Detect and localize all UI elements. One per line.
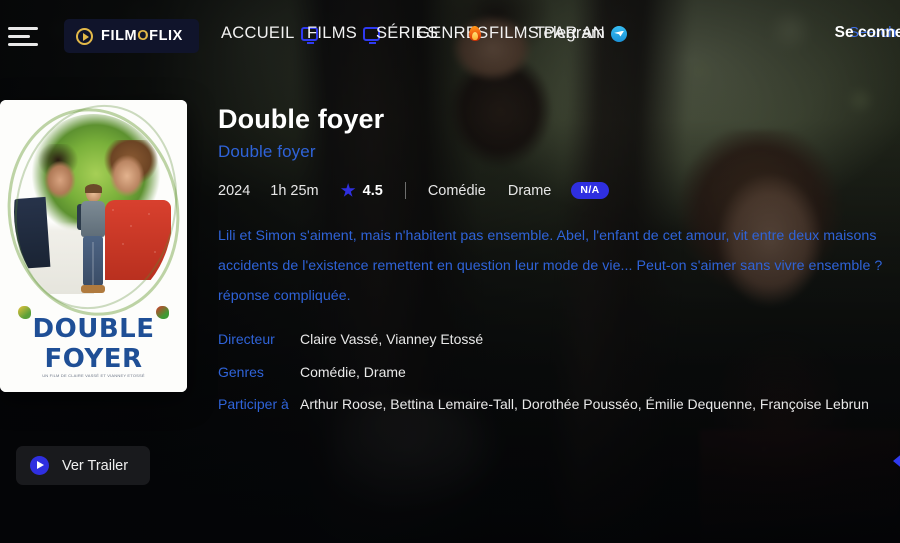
nav-label-telegram: Telegram <box>534 24 606 42</box>
site-logo[interactable]: FILMOFLIX <box>64 19 199 53</box>
signin-button[interactable]: Se connecter <box>835 24 900 42</box>
meta-rating: 4.5 <box>362 182 383 199</box>
poster-boy-shoes <box>81 285 105 293</box>
rating-group: 4.5 <box>340 182 383 199</box>
meta-year: 2024 <box>218 182 251 199</box>
nav-item-telegram[interactable]: Telegram <box>534 24 628 43</box>
description-line: Lili et Simon s'aiment, mais n'habitent … <box>218 228 877 245</box>
nav-item-accueil[interactable]: ACCUEIL <box>220 24 318 44</box>
hamburger-icon[interactable] <box>8 21 48 51</box>
main-nav: ACCUEIL FILMS SÉRIES GENRES FILMS PAR AN… <box>199 0 900 72</box>
credits-row-genres: Genres Comédie, Drame <box>218 362 900 382</box>
detail-content: DOUBLE FOYER UN FILM DE CLAIRE VASSÉ ET … <box>0 0 900 543</box>
meta-genre-2[interactable]: Drame <box>508 183 552 199</box>
movie-description: Lili et Simon s'aiment, mais n'habitent … <box>218 221 900 311</box>
credits-row-director: Directeur Claire Vassé, Vianney Etossé <box>218 329 900 349</box>
status-badge: N/A <box>571 182 609 199</box>
nav-label-accueil: ACCUEIL <box>220 24 295 42</box>
meta-duration: 1h 25m <box>270 182 319 199</box>
description-line: réponse compliquée. <box>218 288 351 305</box>
poster-artwork: DOUBLE FOYER UN FILM DE CLAIRE VASSÉ ET … <box>0 100 187 392</box>
hamburger-line <box>8 42 38 46</box>
trailer-button-label: Ver Trailer <box>62 457 129 474</box>
poster-figure-boy <box>76 184 110 304</box>
logo-prefix: FILM <box>101 28 138 44</box>
watch-trailer-button[interactable]: Ver Trailer <box>16 446 151 485</box>
description-line: accidents de l'existence remettent en qu… <box>218 258 883 275</box>
logo-text: FILMOFLIX <box>101 28 183 44</box>
poster-title: DOUBLE FOYER <box>32 314 155 374</box>
movie-poster[interactable]: DOUBLE FOYER UN FILM DE CLAIRE VASSÉ ET … <box>0 100 187 392</box>
page-stage: FILMOFLIX ACCUEIL FILMS SÉRIES GENRES FI… <box>0 0 900 543</box>
fire-icon <box>468 25 483 42</box>
nav-label-films: FILMS <box>306 24 358 42</box>
page-title: Double foyer <box>218 104 385 134</box>
hamburger-line <box>8 26 38 30</box>
play-circle-icon <box>76 27 93 45</box>
movie-info: Double foyer Double foyer 2024 1h 25m 4.… <box>218 104 900 426</box>
nav-item-films[interactable]: FILMS <box>306 24 381 44</box>
play-icon <box>30 456 49 475</box>
poster-boy-jeans <box>83 236 103 286</box>
site-header: FILMOFLIX ACCUEIL FILMS SÉRIES GENRES FI… <box>0 0 900 72</box>
poster-boy-shirt <box>81 201 105 237</box>
director-value[interactable]: Claire Vassé, Vianney Etossé <box>300 329 483 349</box>
credits-block: Directeur Claire Vassé, Vianney Etossé G… <box>218 329 900 414</box>
star-icon <box>340 183 356 197</box>
telegram-icon <box>611 25 628 42</box>
director-label: Directeur <box>218 331 275 348</box>
cast-value[interactable]: Arthur Roose, Bettina Lemaire-Tall, Doro… <box>300 394 869 414</box>
logo-suffix: FLIX <box>149 28 183 44</box>
genres-value[interactable]: Comédie, Drame <box>300 362 406 382</box>
poster-credits: UN FILM DE CLAIRE VASSÉ ET VIANNEY ETOSS… <box>42 373 145 378</box>
chevron-right-icon[interactable] <box>893 452 900 470</box>
original-title: Double foyer <box>218 142 316 162</box>
meta-divider <box>404 182 406 200</box>
meta-genre-1[interactable]: Comédie <box>428 183 486 199</box>
cast-label: Participer à <box>218 395 289 412</box>
genres-label: Genres <box>218 363 264 380</box>
credits-row-cast: Participer à Arthur Roose, Bettina Lemai… <box>218 394 900 414</box>
movie-meta-row: 2024 1h 25m 4.5 Comédie Drame N/A <box>218 182 900 200</box>
poster-boy-head <box>85 184 102 202</box>
logo-accent: O <box>137 28 150 44</box>
hamburger-line <box>8 34 30 38</box>
